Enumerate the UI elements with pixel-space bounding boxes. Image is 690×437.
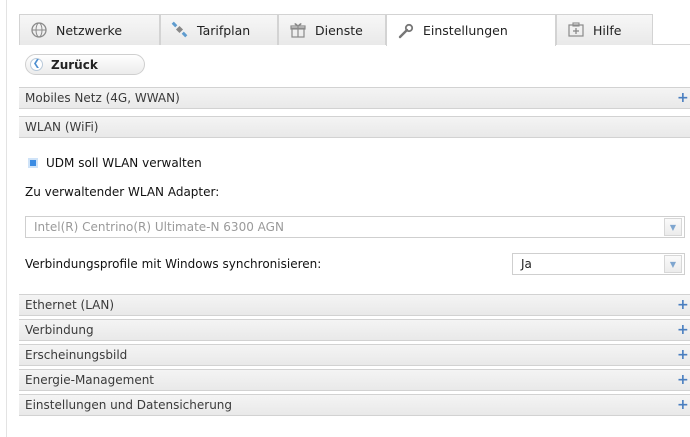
section-title: Erscheinungsbild	[25, 348, 128, 362]
section-appearance[interactable]: Erscheinungsbild +	[19, 344, 690, 366]
tab-bar: Netzwerke Tarifplan Dienste Einstellunge…	[19, 14, 690, 46]
section-title: Mobiles Netz (4G, WWAN)	[25, 91, 180, 105]
settings-window: Netzwerke Tarifplan Dienste Einstellunge…	[6, 0, 690, 437]
expand-icon[interactable]: +	[677, 90, 689, 106]
section-ethernet[interactable]: Ethernet (LAN) +	[19, 294, 690, 316]
section-wlan[interactable]: WLAN (WiFi)	[19, 116, 690, 138]
tab-label: Einstellungen	[423, 23, 508, 38]
help-icon	[567, 21, 585, 39]
expand-icon[interactable]: +	[677, 347, 689, 363]
wrench-icon	[397, 22, 415, 40]
expand-icon[interactable]: +	[677, 397, 689, 413]
tab-netzwerke[interactable]: Netzwerke	[19, 14, 160, 45]
satellite-icon	[171, 21, 189, 39]
globe-icon	[30, 21, 48, 39]
sync-value: Ja	[521, 257, 532, 271]
section-title: WLAN (WiFi)	[25, 120, 99, 134]
gift-icon	[289, 21, 307, 39]
section-energy[interactable]: Energie-Management +	[19, 369, 690, 391]
back-arrow-icon: ❮	[30, 58, 43, 71]
section-connection[interactable]: Verbindung +	[19, 319, 690, 341]
section-title: Verbindung	[25, 323, 94, 337]
tab-tarifplan[interactable]: Tarifplan	[160, 14, 278, 45]
tab-label: Tarifplan	[197, 22, 251, 38]
back-button[interactable]: ❮ Zurück	[25, 54, 145, 75]
section-title: Ethernet (LAN)	[25, 298, 115, 312]
chevron-down-icon[interactable]: ▼	[664, 218, 682, 236]
adapter-value: Intel(R) Centrino(R) Ultimate-N 6300 AGN	[34, 220, 284, 234]
tab-label: Netzwerke	[56, 22, 123, 38]
tab-label: Dienste	[315, 22, 363, 38]
adapter-select[interactable]: Intel(R) Centrino(R) Ultimate-N 6300 AGN…	[25, 216, 685, 238]
back-label: Zurück	[51, 57, 98, 72]
sync-select[interactable]: Ja ▼	[512, 253, 685, 275]
section-backup[interactable]: Einstellungen und Datensicherung +	[19, 394, 690, 416]
tab-einstellungen[interactable]: Einstellungen	[386, 14, 556, 46]
tab-dienste[interactable]: Dienste	[278, 14, 386, 45]
expand-icon[interactable]: +	[677, 372, 689, 388]
manage-wlan-checkbox[interactable]	[28, 158, 38, 168]
chevron-down-icon[interactable]: ▼	[664, 255, 682, 273]
sync-label: Verbindungsprofile mit Windows synchroni…	[25, 257, 322, 271]
section-title: Einstellungen und Datensicherung	[25, 398, 233, 412]
section-mobile-network[interactable]: Mobiles Netz (4G, WWAN) +	[19, 87, 690, 109]
manage-wlan-label: UDM soll WLAN verwalten	[46, 156, 202, 170]
adapter-label: Zu verwaltender WLAN Adapter:	[25, 185, 220, 199]
tab-hilfe[interactable]: Hilfe	[556, 14, 653, 45]
expand-icon[interactable]: +	[677, 297, 689, 313]
expand-icon[interactable]: +	[677, 322, 689, 338]
tab-label: Hilfe	[593, 22, 622, 38]
section-title: Energie-Management	[25, 373, 155, 387]
